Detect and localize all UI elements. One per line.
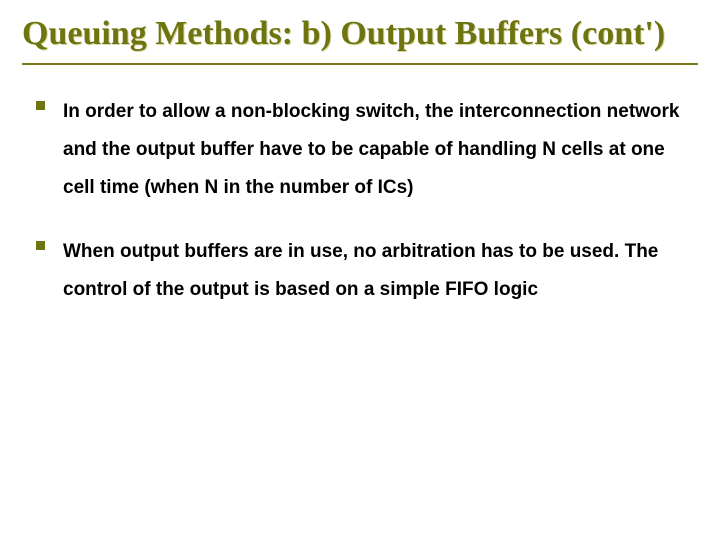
- square-bullet-icon: [36, 241, 45, 250]
- bullet-text: When output buffers are in use, no arbit…: [63, 233, 690, 309]
- square-bullet-icon: [36, 101, 45, 110]
- slide-title: Queuing Methods: b) Output Buffers (cont…: [22, 10, 698, 61]
- bullet-list: In order to allow a non-blocking switch,…: [22, 93, 698, 309]
- list-item: When output buffers are in use, no arbit…: [36, 233, 690, 309]
- bullet-text: In order to allow a non-blocking switch,…: [63, 93, 690, 207]
- list-item: In order to allow a non-blocking switch,…: [36, 93, 690, 207]
- slide: Queuing Methods: b) Output Buffers (cont…: [0, 0, 720, 540]
- title-container: Queuing Methods: b) Output Buffers (cont…: [22, 10, 698, 65]
